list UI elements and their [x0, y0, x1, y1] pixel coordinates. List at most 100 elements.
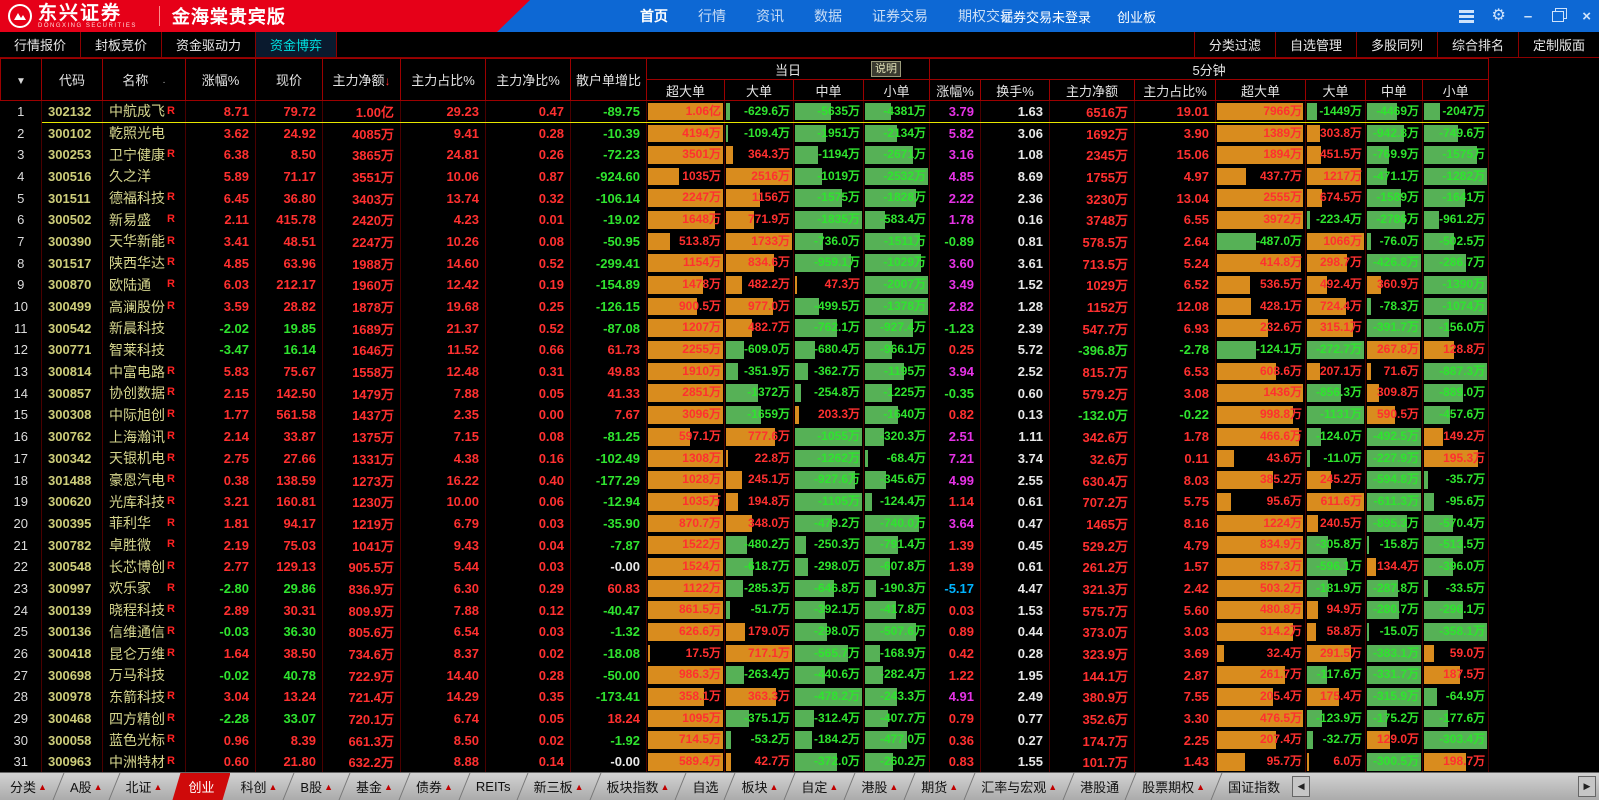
table-row[interactable]: 26300418昆仑万维R1.6438.50734.6万8.370.02-18.…	[1, 643, 1599, 665]
minimize-icon[interactable]: –	[1524, 8, 1532, 25]
col-header-5m-main-net[interactable]: 主力净额	[1050, 80, 1135, 101]
table-row[interactable]: 23300997欢乐家R-2.8029.86836.9万6.300.2960.8…	[1, 578, 1599, 600]
col-header-5m-m[interactable]: 中单	[1366, 80, 1423, 101]
toolbar-item[interactable]: 资金博弈	[256, 32, 337, 57]
table-row[interactable]: 10300499高澜股份R3.5928.821878万19.680.25-126…	[1, 296, 1599, 318]
menu-item[interactable]: 首页	[640, 6, 668, 26]
col-header-main-net-ratio[interactable]: 主力净比%	[486, 59, 571, 101]
restore-icon[interactable]	[1552, 11, 1564, 22]
table-row[interactable]: 27300698万马科技-0.0240.78722.9万14.400.28-50…	[1, 664, 1599, 686]
menu-item[interactable]: 证券交易	[872, 6, 928, 26]
toolbar-item[interactable]: 综合排名	[1437, 32, 1518, 57]
bottom-tab-新三板[interactable]: 新三板▲	[524, 773, 594, 800]
bottom-tab-科创[interactable]: 科创▲	[230, 773, 287, 800]
col-header-5m-main-ratio[interactable]: 主力占比%	[1135, 80, 1216, 101]
menu-item[interactable]: 资讯	[756, 6, 784, 26]
col-header-5m-s[interactable]: 小单	[1423, 80, 1489, 101]
table-row[interactable]: 19300620光库科技R3.21160.811230万10.000.06-12…	[1, 491, 1599, 513]
col-header-main-ratio[interactable]: 主力占比%	[401, 59, 486, 101]
table-row[interactable]: 22300548长芯博创R2.77129.13905.5万5.440.03-0.…	[1, 556, 1599, 578]
table-row[interactable]: 12300771智莱科技-3.4716.141646万11.520.6661.7…	[1, 339, 1599, 361]
col-header-today-s[interactable]: 小单	[864, 80, 930, 101]
layout-grid-icon[interactable]	[1459, 10, 1474, 23]
bar-value: -190.3万	[880, 578, 926, 600]
table-row[interactable]: 18301488豪恩汽电R0.38138.591273万16.220.40-17…	[1, 469, 1599, 491]
bottom-tab-港股通[interactable]: 港股通	[1070, 773, 1129, 800]
col-header-price[interactable]: 现价	[256, 59, 323, 101]
bottom-tab-国证指数[interactable]: 国证指数	[1218, 773, 1290, 800]
col-header-5m-l[interactable]: 大单	[1306, 80, 1366, 101]
bottom-tab-股票期权[interactable]: 股票期权▲	[1132, 773, 1215, 800]
bottom-tab-北证[interactable]: 北证▲	[116, 773, 173, 800]
bottom-tab-汇率与宏观[interactable]: 汇率与宏观▲	[971, 773, 1067, 800]
toolbar-item[interactable]: 封板竞价	[81, 32, 162, 57]
cell: 28.82	[256, 296, 323, 318]
bottom-tab-REITs[interactable]: REITs	[466, 773, 521, 800]
col-header-today-l[interactable]: 大单	[725, 80, 794, 101]
toolbar-item[interactable]: 分类过滤	[1194, 32, 1275, 57]
bottom-tab-板块指数[interactable]: 板块指数▲	[597, 773, 680, 800]
table-row[interactable]: 2300102乾照光电3.6224.924085万9.410.28-10.394…	[1, 122, 1599, 144]
bottom-tab-自选[interactable]: 自选	[682, 773, 728, 800]
bottom-tab-基金[interactable]: 基金▲	[346, 773, 403, 800]
table-row[interactable]: 15300308中际旭创R1.77561.581437万2.350.007.67…	[1, 404, 1599, 426]
bottom-tab-分类[interactable]: 分类▲	[0, 773, 57, 800]
table-row[interactable]: 14300857协创数据R2.15142.501479万7.880.0541.3…	[1, 382, 1599, 404]
col-header-5m-xl[interactable]: 超大单	[1216, 80, 1306, 101]
toolbar-item[interactable]: 自选管理	[1275, 32, 1356, 57]
table-row[interactable]: 29300468四方精创R-2.2833.07720.1万6.740.0518.…	[1, 708, 1599, 730]
settings-gear-icon[interactable]: ⚙	[1492, 8, 1506, 24]
tab-scroll-left-button[interactable]: ◀	[1292, 776, 1310, 797]
table-row[interactable]: 11300542新晨科技-2.0219.851689万21.370.52-87.…	[1, 317, 1599, 339]
table-row[interactable]: 5301511德福科技R6.4536.803403万13.740.32-106.…	[1, 187, 1599, 209]
col-header-change[interactable]: 涨幅%	[186, 59, 256, 101]
col-header-name[interactable]: 名称·	[103, 59, 186, 101]
bottom-tab-自定[interactable]: 自定▲	[791, 773, 848, 800]
close-icon[interactable]: ×	[1582, 8, 1591, 25]
table-row[interactable]: 25300136信维通信R-0.0336.30805.6万6.540.03-1.…	[1, 621, 1599, 643]
note-button[interactable]: 说明	[871, 61, 901, 77]
table-row[interactable]: 20300395菲利华R1.8194.171219万6.790.03-35.90…	[1, 513, 1599, 535]
col-header-code[interactable]: 代码	[42, 59, 103, 101]
table-row[interactable]: 13300814中富电路R5.8375.671558万12.480.3149.8…	[1, 361, 1599, 383]
col-header-5m-turnover[interactable]: 换手%	[981, 80, 1050, 101]
filter-dropdown[interactable]: ▼	[1, 59, 42, 101]
col-header-retail-ratio[interactable]: 散户单增比	[571, 59, 647, 101]
table-row[interactable]: 28300978东箭科技R3.0413.24721.4万14.290.35-17…	[1, 686, 1599, 708]
table-row[interactable]: 8301517陕西华达R4.8563.961988万14.600.52-299.…	[1, 252, 1599, 274]
toolbar-item[interactable]: 行情报价	[0, 32, 81, 57]
toolbar-item[interactable]: 多股同列	[1356, 32, 1437, 57]
table-row[interactable]: 21300782卓胜微R2.1975.031041万9.430.04-7.871…	[1, 534, 1599, 556]
tab-scroll-right-button[interactable]: ▶	[1578, 776, 1596, 797]
table-row[interactable]: 9300870欧陆通R6.03212.171960万12.420.19-154.…	[1, 274, 1599, 296]
bottom-tab-港股[interactable]: 港股▲	[851, 773, 908, 800]
toolbar-item[interactable]: 定制版面	[1518, 32, 1599, 57]
table-row[interactable]: 3300253卫宁健康R6.388.503865万24.810.26-72.23…	[1, 144, 1599, 166]
bar-value: 674.5万	[1320, 187, 1362, 209]
col-header-main-net[interactable]: 主力净额↓	[323, 59, 401, 101]
table-row[interactable]: 17300342天银机电R2.7527.661331万4.380.16-102.…	[1, 448, 1599, 470]
table-row[interactable]: 7300390天华新能R3.4148.512247万10.260.08-50.9…	[1, 231, 1599, 253]
menu-item[interactable]: 数据	[814, 6, 842, 26]
bottom-tab-创业[interactable]: 创业	[172, 773, 230, 800]
menu-item[interactable]: 行情	[698, 6, 726, 26]
col-header-today-m[interactable]: 中单	[794, 80, 864, 101]
col-header-today-xl[interactable]: 超大单	[647, 80, 725, 101]
bottom-tab-B股[interactable]: B股▲	[290, 773, 343, 800]
table-row[interactable]: 30300058蓝色光标R0.968.39661.3万8.500.02-1.92…	[1, 729, 1599, 751]
table-row[interactable]: 1302132中航成飞R8.7179.721.00亿29.230.47-89.7…	[1, 101, 1599, 123]
table-row[interactable]: 24300139晓程科技R2.8930.31809.9万7.880.12-40.…	[1, 599, 1599, 621]
table-row[interactable]: 6300502新易盛R2.11415.782420万4.230.01-19.02…	[1, 209, 1599, 231]
table-row[interactable]: 4300516久之洋5.8971.173551万10.060.87-924.60…	[1, 166, 1599, 188]
table-row[interactable]: 31300963中洲特材R0.6021.80632.2万8.880.14-0.0…	[1, 751, 1599, 773]
status-text[interactable]: 创业板	[1117, 7, 1156, 26]
status-text[interactable]: 证券交易未登录	[1000, 7, 1091, 26]
bottom-tab-债券[interactable]: 债券▲	[406, 773, 463, 800]
bottom-tab-期货[interactable]: 期货▲	[911, 773, 968, 800]
toolbar-item[interactable]: 资金驱动力	[162, 32, 256, 57]
bottom-tab-A股[interactable]: A股▲	[60, 773, 113, 800]
bar-value: 1156万	[752, 187, 790, 209]
bottom-tab-板块[interactable]: 板块▲	[731, 773, 788, 800]
table-row[interactable]: 16300762上海瀚讯R2.1433.871375万7.150.08-81.2…	[1, 426, 1599, 448]
col-header-5m-change[interactable]: 涨幅%	[930, 80, 981, 101]
